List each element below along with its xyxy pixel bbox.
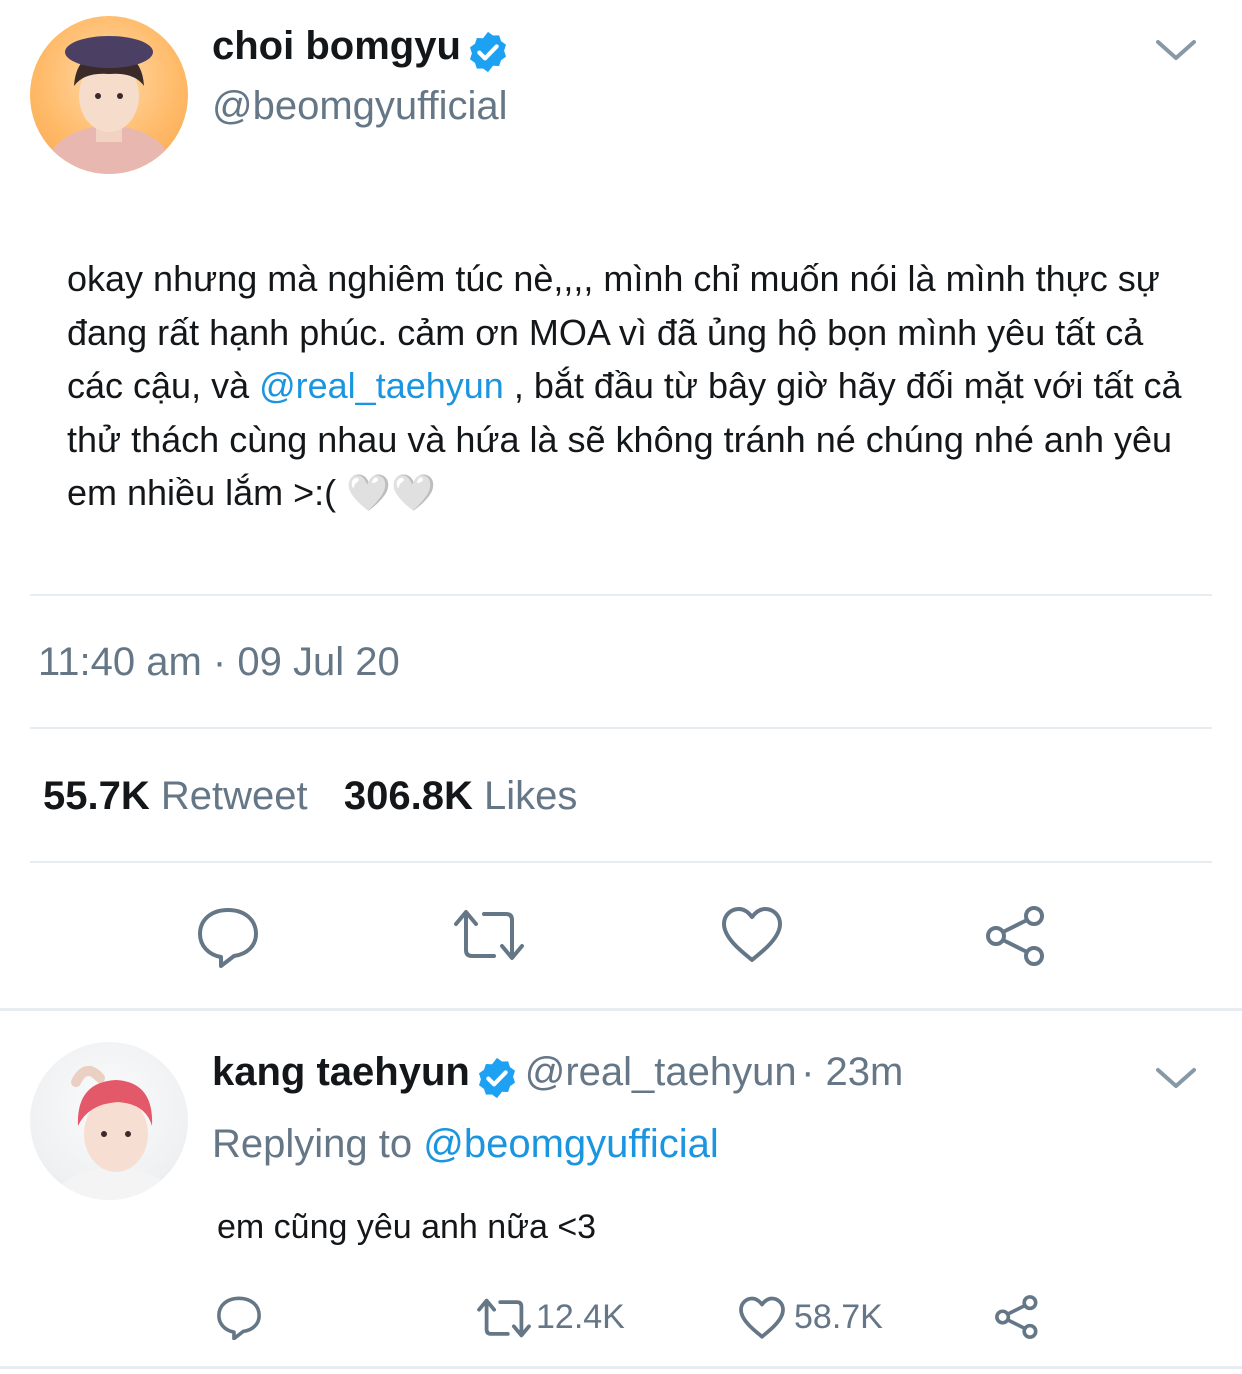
reply-text: em cũng yêu anh nữa <3	[217, 1208, 597, 1246]
section-divider	[0, 1008, 1242, 1011]
reply-author-name[interactable]: kang taehyun	[212, 1050, 470, 1094]
chevron-down-icon[interactable]	[1154, 36, 1198, 71]
author-name[interactable]: choi bomgyu	[212, 24, 461, 68]
retweet-stat[interactable]: 55.7K Retweet	[43, 774, 308, 818]
chevron-down-icon[interactable]	[1154, 1064, 1198, 1099]
replying-label: Replying to	[212, 1122, 413, 1166]
engagement-stats: 55.7K Retweet 306.8K Likes	[43, 774, 577, 819]
retweet-count: 55.7K	[43, 774, 150, 818]
like-stat[interactable]: 306.8K Likes	[344, 774, 578, 818]
like-label: Likes	[483, 774, 578, 818]
reply-icon[interactable]	[216, 1294, 262, 1345]
divider	[30, 727, 1212, 729]
divider	[30, 861, 1212, 863]
verified-badge-icon	[474, 1055, 520, 1106]
author-handle[interactable]: @beomgyufficial	[212, 84, 508, 129]
replying-handle-link[interactable]: @beomgyufficial	[423, 1122, 719, 1166]
like-count: 306.8K	[343, 774, 473, 818]
mention-link[interactable]: @real_taehyun	[259, 365, 504, 406]
retweet-label: Retweet	[160, 774, 308, 818]
verified-badge-icon	[465, 29, 511, 80]
emoji: 🤍🤍	[346, 472, 436, 513]
share-icon[interactable]	[984, 904, 1048, 973]
reply-icon[interactable]	[196, 904, 260, 973]
retweet-icon[interactable]	[476, 1296, 532, 1345]
share-icon[interactable]	[994, 1294, 1040, 1345]
heart-icon[interactable]	[738, 1296, 786, 1345]
section-divider	[0, 1366, 1242, 1369]
timestamp[interactable]: 11:40 am · 09 Jul 20	[38, 640, 400, 685]
divider	[30, 594, 1212, 596]
reply-retweet-count: 12.4K	[536, 1298, 625, 1336]
reply-author-avatar[interactable]	[30, 1042, 188, 1200]
retweet-icon[interactable]	[452, 906, 526, 969]
author-avatar[interactable]	[30, 16, 188, 174]
heart-icon[interactable]	[720, 906, 784, 969]
replying-to: Replying to @beomgyufficial	[212, 1122, 719, 1167]
tweet-text: okay nhưng mà nghiêm túc nè,,,, mình chỉ…	[67, 252, 1197, 520]
reply-time[interactable]: · 23m	[801, 1050, 903, 1094]
reply-like-count: 58.7K	[794, 1298, 883, 1336]
reply-author-handle[interactable]: @real_taehyun	[525, 1050, 797, 1094]
